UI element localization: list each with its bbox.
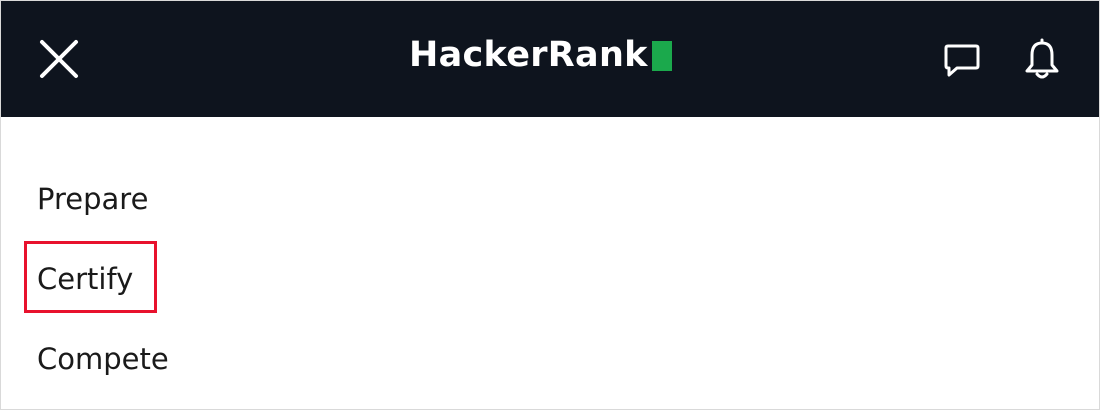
chat-bubble-icon <box>944 44 980 77</box>
top-navigation-bar: HackerRank <box>1 1 1099 117</box>
app-frame: HackerRank Prepare Certify Compete <box>0 0 1100 410</box>
close-icon <box>40 40 78 78</box>
messages-button[interactable] <box>937 37 987 83</box>
bell-icon <box>1025 38 1059 79</box>
menu-item-prepare[interactable]: Prepare <box>37 179 148 219</box>
notifications-button[interactable] <box>1017 35 1067 85</box>
menu-item-compete[interactable]: Compete <box>37 339 169 379</box>
hackerrank-logo[interactable]: HackerRank <box>409 31 672 79</box>
logo-text: HackerRank <box>409 35 648 75</box>
close-menu-button[interactable] <box>35 35 83 83</box>
menu-item-certify[interactable]: Certify <box>37 259 133 299</box>
logo-accent-block <box>651 41 672 71</box>
